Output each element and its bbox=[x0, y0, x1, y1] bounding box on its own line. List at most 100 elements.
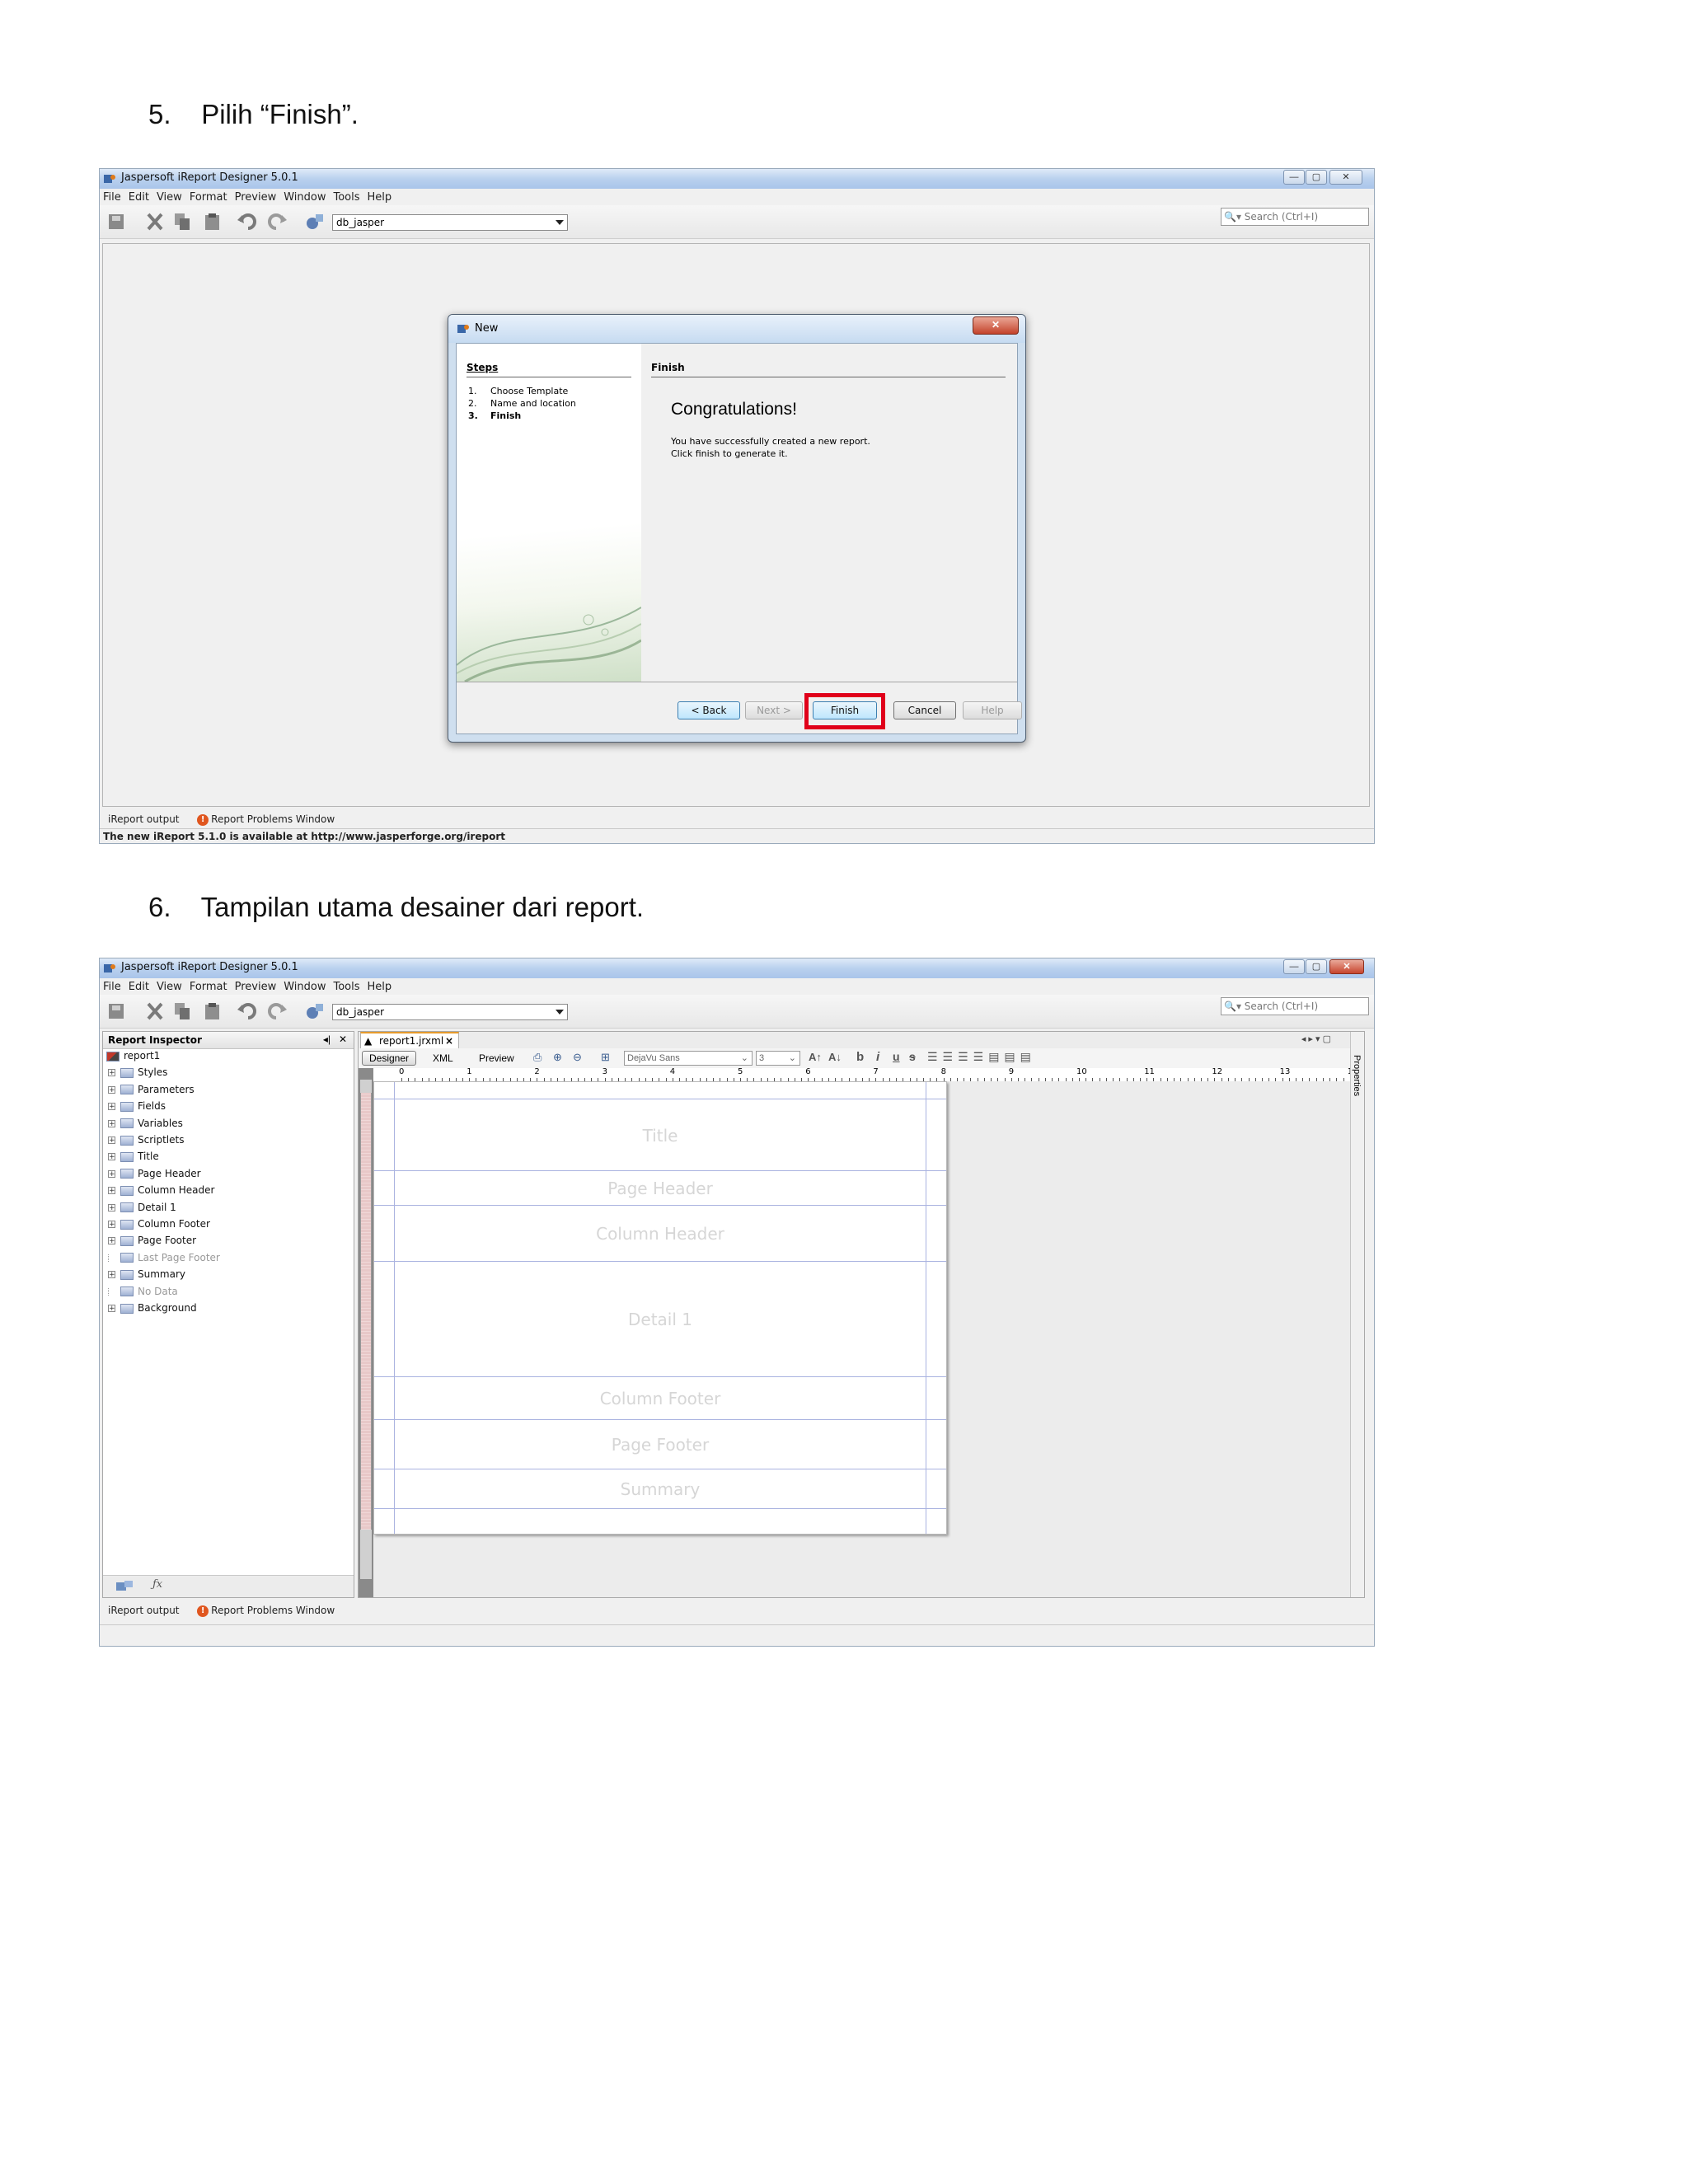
bold-icon[interactable]: b bbox=[856, 1050, 864, 1064]
menu-view[interactable]: View bbox=[153, 189, 186, 204]
close-tab-icon[interactable]: × bbox=[445, 1035, 453, 1047]
report-band[interactable]: Page Footer bbox=[374, 1420, 946, 1469]
italic-icon[interactable]: i bbox=[876, 1050, 879, 1064]
font-name-combo[interactable]: DejaVu Sans ⌄ bbox=[624, 1051, 753, 1066]
paste-icon[interactable] bbox=[202, 1001, 223, 1021]
underline-icon[interactable]: u bbox=[893, 1050, 900, 1063]
report-band[interactable]: Title bbox=[374, 1099, 946, 1171]
tree-item[interactable]: + Page Header bbox=[108, 1168, 201, 1179]
tree-item[interactable]: No Data bbox=[108, 1286, 178, 1297]
minimize-button[interactable]: — bbox=[1283, 959, 1305, 974]
ireport-output-tab[interactable]: iReport output bbox=[108, 813, 180, 825]
tree-item[interactable]: Last Page Footer bbox=[108, 1252, 220, 1263]
undo-icon[interactable] bbox=[237, 1001, 258, 1021]
menu-tools[interactable]: Tools bbox=[331, 189, 364, 204]
search-input[interactable]: 🔍▾ Search (Ctrl+I) bbox=[1221, 208, 1369, 226]
report-problems-tab[interactable]: Report Problems Window bbox=[211, 1605, 335, 1616]
view-tab-xml[interactable]: XML bbox=[433, 1052, 453, 1064]
datasource-combo[interactable]: db_jasper bbox=[332, 214, 568, 231]
view-tab-designer[interactable]: Designer bbox=[362, 1051, 416, 1066]
redo-icon[interactable] bbox=[266, 1001, 288, 1021]
close-button[interactable]: ✕ bbox=[1329, 170, 1362, 185]
report-band[interactable]: Detail 1 bbox=[374, 1262, 946, 1377]
menu-edit[interactable]: Edit bbox=[125, 189, 153, 204]
undo-icon[interactable] bbox=[237, 212, 258, 232]
tree-item[interactable]: + Fields bbox=[108, 1100, 166, 1112]
expand-icon[interactable]: + bbox=[108, 1221, 115, 1229]
menu-preview[interactable]: Preview bbox=[232, 189, 281, 204]
report-band[interactable]: Summary bbox=[374, 1469, 946, 1509]
tree-item[interactable]: report1 bbox=[106, 1050, 160, 1062]
menu-file[interactable]: File bbox=[100, 189, 125, 204]
menu-preview[interactable]: Preview bbox=[232, 978, 281, 993]
expand-icon[interactable]: + bbox=[108, 1137, 115, 1145]
expand-icon[interactable]: + bbox=[108, 1103, 115, 1111]
tree-item[interactable]: + Parameters bbox=[108, 1084, 195, 1095]
cut-icon[interactable] bbox=[144, 212, 166, 232]
expand-icon[interactable]: + bbox=[108, 1271, 115, 1279]
properties-strip[interactable]: Properties bbox=[1350, 1032, 1364, 1597]
properties-label[interactable]: Properties bbox=[1352, 1055, 1362, 1096]
expand-icon[interactable]: + bbox=[108, 1085, 115, 1094]
alignment-icons[interactable]: ☰☰☰☰▤▤▤ bbox=[927, 1050, 1036, 1064]
close-panel-icon[interactable]: ✕ bbox=[339, 1033, 347, 1045]
menu-help[interactable]: Help bbox=[364, 978, 396, 993]
zoom-out-icon[interactable]: ⊖ bbox=[573, 1051, 582, 1064]
tree-item[interactable]: + Variables bbox=[108, 1118, 183, 1129]
tree-item[interactable]: + Summary bbox=[108, 1268, 185, 1280]
report-band[interactable]: Column Footer bbox=[374, 1377, 946, 1420]
expand-icon[interactable]: + bbox=[108, 1153, 115, 1161]
maximize-button[interactable]: ▢ bbox=[1306, 959, 1327, 974]
file-tab[interactable]: ▲ report1.jrxml × bbox=[360, 1032, 459, 1048]
tree-item[interactable]: + Column Footer bbox=[108, 1218, 210, 1230]
expand-icon[interactable]: + bbox=[108, 1119, 115, 1127]
menu-edit[interactable]: Edit bbox=[125, 978, 153, 993]
tree-item[interactable]: + Page Footer bbox=[108, 1235, 196, 1246]
cancel-button[interactable]: Cancel bbox=[893, 701, 956, 719]
minimize-button[interactable]: — bbox=[1283, 170, 1305, 185]
menu-view[interactable]: View bbox=[153, 978, 186, 993]
ireport-output-tab[interactable]: iReport output bbox=[108, 1605, 180, 1616]
menu-file[interactable]: File bbox=[100, 978, 125, 993]
decrease-font-icon[interactable]: A↓ bbox=[828, 1051, 842, 1063]
menu-format[interactable]: Format bbox=[186, 189, 232, 204]
strikethrough-icon[interactable]: s bbox=[909, 1050, 916, 1063]
tree-item[interactable]: + Title bbox=[108, 1151, 159, 1162]
close-button[interactable]: ✕ bbox=[1329, 959, 1364, 974]
expand-icon[interactable]: + bbox=[108, 1237, 115, 1245]
datasource-icon[interactable] bbox=[304, 212, 326, 232]
expand-icon[interactable]: + bbox=[108, 1069, 115, 1077]
menu-tools[interactable]: Tools bbox=[331, 978, 364, 993]
tree-item[interactable]: + Background bbox=[108, 1302, 197, 1314]
zoom-in-icon[interactable]: ⊕ bbox=[553, 1051, 562, 1064]
tree-item[interactable]: + Column Header bbox=[108, 1184, 214, 1196]
tree-item[interactable]: + Scriptlets bbox=[108, 1134, 184, 1146]
next-button[interactable]: Next > bbox=[745, 701, 803, 719]
report-band[interactable]: Page Header bbox=[374, 1171, 946, 1206]
report-problems-tab[interactable]: Report Problems Window bbox=[211, 813, 335, 825]
menu-format[interactable]: Format bbox=[186, 978, 232, 993]
help-button[interactable]: Help bbox=[963, 701, 1022, 719]
cut-icon[interactable] bbox=[144, 1001, 166, 1021]
expression-fx-icon[interactable]: ƒx bbox=[152, 1578, 162, 1591]
menu-help[interactable]: Help bbox=[364, 189, 396, 204]
format-icon[interactable]: ⊞ bbox=[601, 1051, 610, 1064]
tree-item[interactable]: + Detail 1 bbox=[108, 1202, 176, 1213]
paste-icon[interactable] bbox=[202, 212, 223, 232]
copy-icon[interactable] bbox=[172, 1001, 194, 1021]
expand-icon[interactable]: + bbox=[108, 1169, 115, 1178]
datasource-icon[interactable] bbox=[304, 1001, 326, 1021]
expand-icon[interactable]: + bbox=[108, 1305, 115, 1313]
font-size-combo[interactable]: 3 ⌄ bbox=[756, 1051, 800, 1066]
menu-window[interactable]: Window bbox=[280, 978, 330, 993]
maximize-button[interactable]: ▢ bbox=[1306, 170, 1327, 185]
report-band[interactable]: Column Header bbox=[374, 1206, 946, 1262]
report-page[interactable]: Title Page Header Column Header Detail 1 Col… bbox=[373, 1081, 947, 1535]
parameters-icon[interactable] bbox=[115, 1579, 136, 1594]
copy-icon[interactable] bbox=[172, 212, 194, 232]
redo-icon[interactable] bbox=[266, 212, 288, 232]
finish-button[interactable]: Finish bbox=[813, 701, 877, 719]
view-tab-preview[interactable]: Preview bbox=[479, 1052, 514, 1064]
tree-item[interactable]: + Styles bbox=[108, 1066, 167, 1078]
search-input[interactable]: 🔍▾ Search (Ctrl+I) bbox=[1221, 997, 1369, 1015]
